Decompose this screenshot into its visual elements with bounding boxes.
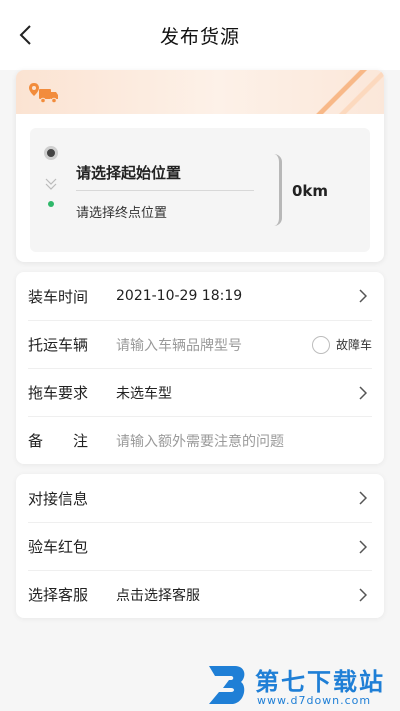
header: 发布货源 <box>0 0 400 70</box>
fault-vehicle-radio[interactable] <box>311 335 330 354</box>
customer-service-row[interactable]: 选择客服 点击选择客服 <box>28 570 372 618</box>
customer-service-value: 点击选择客服 <box>116 587 200 604</box>
distance-value: 0km <box>292 182 329 200</box>
watermark-logo-icon <box>209 666 245 704</box>
end-point-icon <box>48 201 54 207</box>
route-banner <box>16 70 384 114</box>
truck-icon <box>29 83 58 104</box>
watermark-url: www.d7down.com <box>257 694 372 707</box>
tow-requirement-label: 拖车要求 <box>28 384 89 402</box>
start-location-field[interactable]: 请选择起始位置 <box>76 162 181 183</box>
watermark-title: 第七下载站 <box>255 668 385 696</box>
fault-vehicle-toggle[interactable]: 故障车 <box>311 335 372 354</box>
red-packet-label: 验车红包 <box>28 538 89 556</box>
inspection-red-packet-row[interactable]: 验车红包 <box>28 522 372 570</box>
watermark: 第七下载站 www.d7down.com <box>205 660 395 710</box>
banner-decoration <box>314 70 384 114</box>
customer-service-label: 选择客服 <box>28 586 89 604</box>
extra-info-card: 对接信息 验车红包 选择客服 点击选择客服 <box>16 474 384 618</box>
route-bracket <box>274 154 282 226</box>
remark-label: 备 注 <box>28 432 89 450</box>
end-location-field[interactable]: 请选择终点位置 <box>76 202 167 221</box>
chevron-right-icon <box>354 586 372 604</box>
tow-requirement-value: 未选车型 <box>116 385 172 402</box>
chevron-right-icon <box>354 489 372 507</box>
route-selector: 请选择起始位置 请选择终点位置 0km <box>30 128 370 252</box>
chevron-double-down-icon <box>45 178 57 190</box>
publish-cargo-page: 发布货源 请选择起始位置 请选择终点位置 0km 装车时间 2021-10-29… <box>0 0 400 711</box>
vehicle-row: 托运车辆 请输入车辆品牌型号 故障车 <box>28 320 372 368</box>
vehicle-label: 托运车辆 <box>28 336 89 354</box>
remark-input[interactable]: 请输入额外需要注意的问题 <box>116 431 372 451</box>
chevron-right-icon <box>354 384 372 402</box>
contact-info-label: 对接信息 <box>28 489 89 508</box>
remark-row: 备 注 请输入额外需要注意的问题 <box>28 416 372 464</box>
tow-requirement-row[interactable]: 拖车要求 未选车型 <box>28 368 372 416</box>
chevron-right-icon <box>354 287 372 305</box>
fault-vehicle-label: 故障车 <box>335 338 372 352</box>
vehicle-input[interactable]: 请输入车辆品牌型号 <box>116 335 312 355</box>
contact-info-row[interactable]: 对接信息 <box>28 474 372 522</box>
divider <box>76 190 254 191</box>
page-title: 发布货源 <box>159 26 240 48</box>
loading-time-row[interactable]: 装车时间 2021-10-29 18:19 <box>28 272 372 320</box>
start-point-icon <box>44 146 58 160</box>
route-card: 请选择起始位置 请选择终点位置 0km <box>16 70 384 262</box>
cargo-form-card: 装车时间 2021-10-29 18:19 托运车辆 请输入车辆品牌型号 故障车… <box>16 272 384 464</box>
loading-time-value: 2021-10-29 18:19 <box>116 288 243 304</box>
chevron-right-icon <box>354 538 372 556</box>
loading-time-label: 装车时间 <box>28 287 89 306</box>
